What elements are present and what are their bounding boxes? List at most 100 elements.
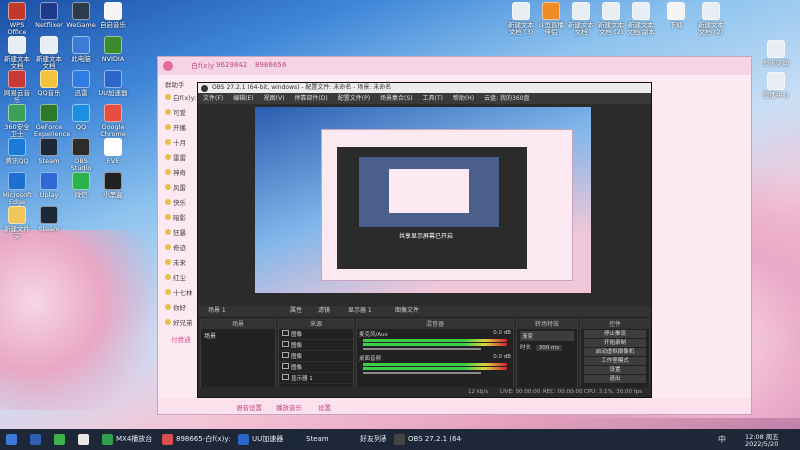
obs-menu-item[interactable]: 场景集合(S) [380,95,413,102]
taskbar-item[interactable]: UU加速器 [236,432,284,447]
desktop-icon[interactable]: 斗鱼直播伴侣 [535,2,567,36]
desktop-icon[interactable]: 新建文本文档 (2) [695,2,727,36]
obs-preview[interactable]: 共享显示屏幕已开启 [255,107,591,293]
desktop-icon[interactable]: 新建文本文档 [34,36,64,70]
desktop-icon[interactable]: UU加速器 [98,70,128,97]
desktop-icon[interactable]: WPS Office [2,2,32,36]
desktop-icon[interactable]: 显卡驱动 [760,40,792,67]
desktop-icon[interactable]: QQ音乐 [34,70,64,97]
dock-bar-filters[interactable]: 滤镜 [318,306,330,316]
transitions-dock[interactable]: 转场特效 渐变 时长 300 ms [516,319,578,391]
taskbar-item[interactable]: 好友列表 [344,432,386,447]
desktop-icon[interactable]: 自启音乐 [98,2,128,29]
mixer-track-1-slider[interactable] [363,372,481,374]
desktop-icon[interactable]: 直播中心 [760,72,792,99]
obs-menu-item[interactable]: 配置文件(P) [338,95,370,102]
desktop-icon[interactable]: 下载 [660,2,692,29]
taskbar-app-icon [238,434,249,445]
scenes-dock[interactable]: 场景 场景 [200,319,276,391]
app-icon [8,138,26,156]
desktop-icon-label: 新建文本文档 [36,55,62,70]
taskbar-date[interactable]: 2022/5/20 [745,440,778,448]
taskbar-item[interactable]: OBS 27.2.1 (64-bi... [392,432,462,447]
tray-ime[interactable]: 中 [718,434,726,445]
mixer-dock[interactable]: 混音器 麦克风/Aux 0.0 dB 桌面音频 0.0 dB [356,319,514,391]
control-button[interactable]: 工作室模式 [584,357,646,365]
control-button[interactable]: 停止推流 [584,330,646,338]
desktop-icon[interactable]: NVIDIA [98,36,128,63]
obs-menu-bar[interactable]: 文件(F) 编辑(E) 视图(V) 停靠部件(D) 配置文件(P) 场景集合(S) 工具(T… [198,93,651,104]
source-item[interactable]: 显示器 1 [279,373,353,384]
taskbar-item[interactable] [76,432,94,447]
taskbar-item[interactable] [4,432,22,447]
desktop-icon[interactable]: 此电脑 [66,36,96,63]
obs-menu-item[interactable]: 视图(V) [264,95,285,102]
chat-bottom-btn-0[interactable]: 语音设置 [236,402,262,412]
control-button[interactable]: 退出 [584,375,646,383]
desktop-icon[interactable]: 新建文本文档 (2) [595,2,627,36]
control-button[interactable]: 启动虚拟摄像机 [584,348,646,356]
desktop-icon[interactable]: QQ [66,104,96,131]
control-button[interactable]: 开始录制 [584,339,646,347]
dock-bar-props[interactable]: 属性 [290,306,302,316]
transition-select[interactable]: 渐变 [520,331,574,341]
obs-menu-item[interactable]: 帮助(H) [453,95,474,102]
desktop-icon[interactable]: 新建文本文档 [2,36,32,70]
desktop-icon[interactable]: 微信 [66,172,96,199]
desktop-icon[interactable]: Netflixer [34,2,64,29]
desktop-icon[interactable]: EVE [98,138,128,165]
obs-menu-item[interactable]: 文件(F) [203,95,223,102]
source-item[interactable]: 图像 [279,329,353,340]
desktop-icon[interactable]: 网易云音乐 [2,70,32,104]
source-item[interactable]: 图像 [279,340,353,351]
desktop-icon[interactable]: 360安全卫士 [2,104,32,138]
desktop-icon[interactable]: 小黑盒 [98,172,128,199]
mixer-track-0-slider[interactable] [363,348,481,350]
desktop-icon[interactable]: Steam [34,138,64,165]
obs-menu-item[interactable]: 编辑(E) [233,95,253,102]
desktop-icon[interactable]: 新建文本文档 副本 [625,2,657,36]
desktop-icon-label: Steam [38,225,60,233]
duration-input[interactable]: 300 ms [535,345,563,351]
control-button[interactable]: 设置 [584,366,646,374]
obs-window[interactable]: OBS 27.2.1 (64-bit, windows) - 配置文件: 未命名… [197,82,652,398]
taskbar-item[interactable]: 898665-白f(x)y: 9... [160,432,230,447]
sources-dock[interactable]: 来源 图像 图像 图像 图像 显示器 1 [278,319,354,391]
taskbar-item[interactable] [28,432,46,447]
obs-title-text: OBS 27.2.1 (64-bit, windows) - 配置文件: 未命名… [212,84,392,91]
chat-title-bar[interactable]: 白f(x)y 9629842 898665 6 [158,57,751,75]
desktop-icon[interactable]: Steam [34,206,64,233]
obs-menu-item[interactable]: 云盘: 我的360盘 [484,95,529,102]
taskbar-item[interactable]: Steam [290,432,338,447]
preview-nested [359,157,499,227]
desktop-icon[interactable]: 新建文本文档 (3) [505,2,537,36]
taskbar-item[interactable]: MX4播放台 [100,432,154,447]
desktop-icon[interactable]: Microsoft Edge [2,172,32,206]
sources-list[interactable]: 图像 图像 图像 图像 显示器 1 [279,329,353,384]
dock-bar-image-file[interactable]: 图像文件 [395,306,419,316]
chat-bottom-btn-2[interactable]: 设置 [318,402,331,412]
desktop-icon[interactable]: OBS Studio [66,138,96,172]
scene-item[interactable]: 场景 [201,329,275,342]
taskbar-app-icon [162,434,173,445]
obs-title-bar[interactable]: OBS 27.2.1 (64-bit, windows) - 配置文件: 未命名… [198,83,651,93]
dock-bar-source: 显示器 1 [348,307,372,314]
desktop-icon[interactable]: 新建文本文档 [565,2,597,36]
source-item[interactable]: 图像 [279,362,353,373]
source-item[interactable]: 图像 [279,351,353,362]
obs-menu-item[interactable]: 工具(T) [423,95,443,102]
desktop-icon[interactable]: Google Chrome [98,104,128,138]
controls-list[interactable]: 停止推流 开始录制 启动虚拟摄像机 工作室模式 设置 退出 [581,330,649,383]
desktop-icon[interactable]: Uplay [34,172,64,199]
controls-dock[interactable]: 控件 停止推流 开始录制 启动虚拟摄像机 工作室模式 设置 退出 [580,319,650,391]
image-source-icon [282,352,289,358]
desktop-icon[interactable]: GeForce Experience [34,104,70,138]
taskbar-item[interactable] [52,432,70,447]
desktop-icon[interactable]: 新建文件夹 [2,206,32,240]
desktop-icon[interactable]: 迅雷 [66,70,96,97]
desktop-icon[interactable]: 腾讯QQ [2,138,32,165]
chat-bottom-btn-1[interactable]: 播放音乐 [276,402,302,412]
taskbar-app-icon [292,434,303,445]
obs-menu-item[interactable]: 停靠部件(D) [294,95,327,102]
desktop-icon[interactable]: WeGame [66,2,96,29]
